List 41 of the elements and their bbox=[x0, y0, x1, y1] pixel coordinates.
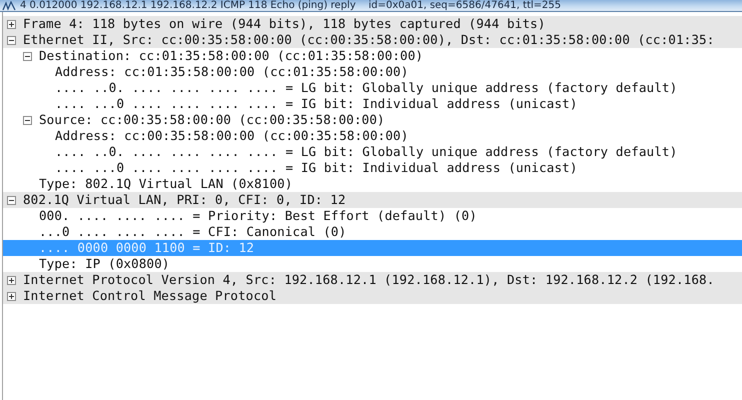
field-text: Address: cc:00:35:58:00:00 (cc:00:35:58:00:00) bbox=[55, 128, 408, 144]
tree-row[interactable]: .... ...0 .... .... .... .... = IG bit: Individual address (unicast) bbox=[3, 160, 742, 176]
packet-list-row[interactable]: 4 0.012000 192.168.12.1 192.168.12.2 ICMP 118 Echo (ping) reply id=0x0a01, seq=6586/47641, ttl=255 bbox=[0, 0, 742, 12]
waveform-icon bbox=[2, 1, 16, 11]
field-text: ...0 .... .... .... = CFI: Canonical (0) bbox=[39, 224, 346, 240]
tree-row[interactable]: Type: IP (0x0800) bbox=[3, 256, 742, 272]
collapse-icon[interactable] bbox=[23, 52, 32, 60]
field-text: 000. .... .... .... = Priority: Best Effort (default) (0) bbox=[39, 208, 477, 224]
field-text: .... ..0. .... .... .... .... = LG bit: Globally unique address (factory default) bbox=[55, 80, 678, 96]
field-text: 802.1Q Virtual LAN, PRI: 0, CFI: 0, ID: 12 bbox=[23, 192, 346, 208]
tree-row[interactable]: 000. .... .... .... = Priority: Best Effort (default) (0) bbox=[3, 208, 742, 224]
tree-row[interactable]: .... ..0. .... .... .... .... = LG bit: Globally unique address (factory default) bbox=[3, 80, 742, 96]
field-text: .... ..0. .... .... .... .... = LG bit: Globally unique address (factory default) bbox=[55, 144, 678, 160]
field-text: Destination: cc:01:35:58:00:00 (cc:01:35:58:00:00) bbox=[39, 48, 424, 64]
field-text: Address: cc:01:35:58:00:00 (cc:01:35:58:00:00) bbox=[55, 64, 408, 80]
field-text: .... ...0 .... .... .... .... = IG bit: Individual address (unicast) bbox=[55, 160, 578, 176]
protocol-row[interactable]: 802.1Q Virtual LAN, PRI: 0, CFI: 0, ID: 12 bbox=[3, 192, 742, 208]
tree-row[interactable]: .... ..0. .... .... .... .... = LG bit: Globally unique address (factory default) bbox=[3, 144, 742, 160]
collapse-icon[interactable] bbox=[7, 36, 16, 44]
collapse-icon[interactable] bbox=[7, 196, 16, 204]
field-text: Frame 4: 118 bytes on wire (944 bits), 118 bytes captured (944 bits) bbox=[23, 16, 546, 32]
field-text: Type: IP (0x0800) bbox=[39, 256, 170, 272]
tree-row[interactable]: Destination: cc:01:35:58:00:00 (cc:01:35:58:00:00) bbox=[3, 48, 742, 64]
tree-row[interactable]: .... ...0 .... .... .... .... = IG bit: Individual address (unicast) bbox=[3, 96, 742, 112]
expand-icon[interactable] bbox=[7, 20, 16, 28]
tree-row[interactable]: Address: cc:01:35:58:00:00 (cc:01:35:58:00:00) bbox=[3, 64, 742, 80]
field-text: .... ...0 .... .... .... .... = IG bit: Individual address (unicast) bbox=[55, 96, 578, 112]
packet-summary: 4 0.012000 192.168.12.1 192.168.12.2 ICMP 118 Echo (ping) reply id=0x0a01, seq=6586/47641, ttl=255 bbox=[20, 0, 561, 11]
tree-row[interactable]: Address: cc:00:35:58:00:00 (cc:00:35:58:00:00) bbox=[3, 128, 742, 144]
field-text: .... 0000 0000 1100 = ID: 12 bbox=[39, 240, 254, 256]
protocol-row[interactable]: Internet Control Message Protocol bbox=[3, 288, 742, 304]
expand-icon[interactable] bbox=[7, 276, 16, 284]
field-text: Internet Control Message Protocol bbox=[23, 288, 277, 304]
tree-row[interactable]: Type: 802.1Q Virtual LAN (0x8100) bbox=[3, 176, 742, 192]
field-text: Source: cc:00:35:58:00:00 (cc:00:35:58:00:00) bbox=[39, 112, 385, 128]
protocol-row[interactable]: Frame 4: 118 bytes on wire (944 bits), 118 bytes captured (944 bits) bbox=[3, 16, 742, 32]
expand-icon[interactable] bbox=[7, 292, 16, 300]
tree-row[interactable]: ...0 .... .... .... = CFI: Canonical (0) bbox=[3, 224, 742, 240]
tree-row[interactable]: Source: cc:00:35:58:00:00 (cc:00:35:58:00:00) bbox=[3, 112, 742, 128]
collapse-icon[interactable] bbox=[23, 116, 32, 124]
field-text: Type: 802.1Q Virtual LAN (0x8100) bbox=[39, 176, 293, 192]
